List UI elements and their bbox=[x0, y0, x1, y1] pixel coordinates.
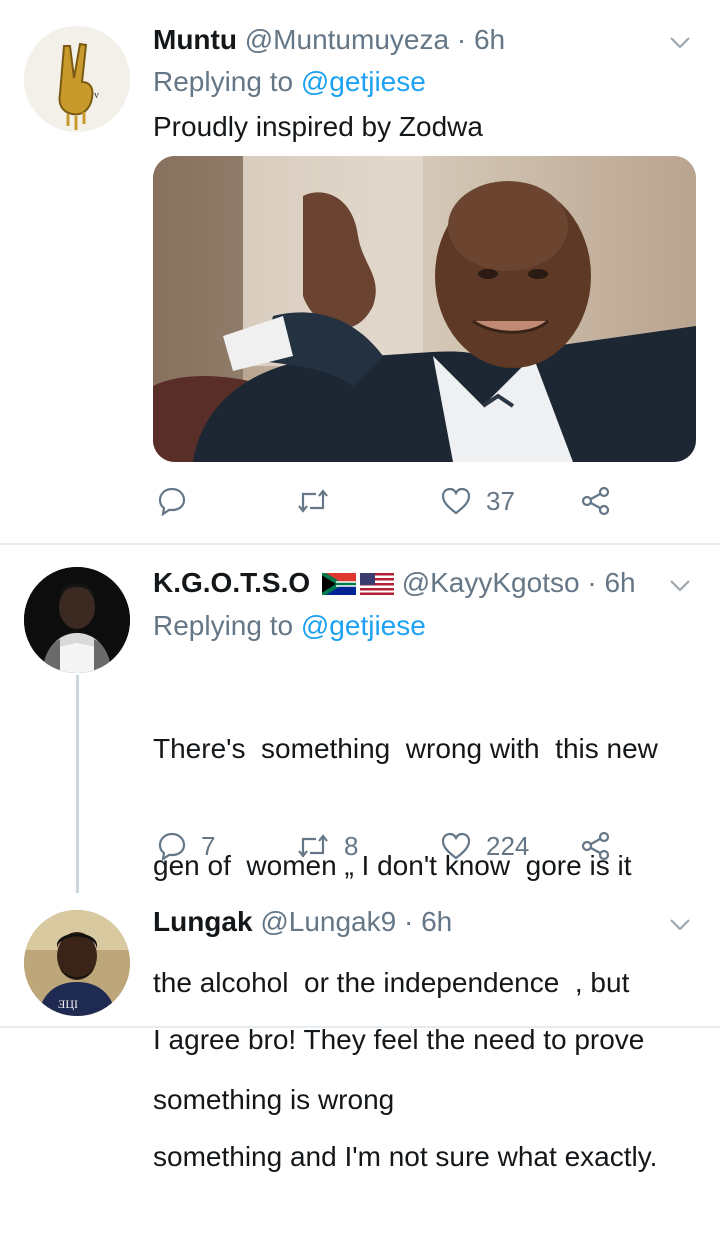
retweet-button[interactable]: 8 bbox=[296, 826, 358, 866]
share-icon bbox=[581, 831, 610, 861]
display-name[interactable]: Lungak bbox=[153, 906, 253, 937]
replying-to: Replying to @getjiese bbox=[153, 608, 426, 644]
reply-button[interactable]: 7 bbox=[157, 826, 215, 866]
peace-hand-avatar-icon: v bbox=[24, 26, 130, 132]
like-count: 37 bbox=[486, 485, 515, 516]
tweet-actions: 37 bbox=[153, 481, 633, 521]
avatar[interactable]: v bbox=[24, 26, 130, 132]
tweet-lungak[interactable]: ƎЦI Lungak @Lungak9 · 6h I agree bro! Th… bbox=[0, 890, 720, 1172]
separator: · bbox=[456, 24, 467, 55]
timestamp[interactable]: 6h bbox=[421, 906, 452, 937]
timestamp[interactable]: 6h bbox=[474, 24, 505, 55]
display-name[interactable]: K.G.O.T.S.O bbox=[153, 567, 310, 598]
svg-text:ƎЦI: ƎЦI bbox=[58, 997, 78, 1011]
avatar[interactable] bbox=[24, 567, 130, 673]
reply-icon bbox=[158, 832, 186, 861]
replying-to-link[interactable]: @getjiese bbox=[301, 66, 426, 97]
retweet-count: 8 bbox=[344, 830, 359, 861]
replying-to: Replying to @getjiese bbox=[153, 64, 426, 100]
share-button[interactable] bbox=[581, 826, 611, 866]
chevron-down-icon[interactable] bbox=[668, 912, 692, 936]
reply-count: 7 bbox=[201, 830, 216, 861]
share-icon bbox=[581, 486, 610, 516]
heart-icon bbox=[441, 832, 471, 860]
separator: · bbox=[403, 906, 414, 937]
tweet-text-line: There's something wrong with this new bbox=[153, 733, 658, 764]
tweet-kgotso[interactable]: K.G.O.T.S.O @KayyKgotso · 6h Replying to… bbox=[0, 545, 720, 1115]
separator: · bbox=[587, 567, 597, 598]
like-count: 224 bbox=[486, 830, 530, 861]
tweet-actions: 7 8 224 bbox=[153, 826, 633, 866]
man-gesturing-photo bbox=[153, 156, 696, 462]
reply-button[interactable] bbox=[157, 481, 201, 521]
retweet-icon bbox=[298, 834, 328, 858]
tweet-header: K.G.O.T.S.O @KayyKgotso · 6h bbox=[153, 565, 636, 601]
replying-to-link[interactable]: @getjiese bbox=[301, 610, 426, 641]
replying-prefix: Replying to bbox=[153, 610, 294, 641]
tweet-header: Lungak @Lungak9 · 6h bbox=[153, 904, 452, 940]
heart-icon bbox=[441, 487, 471, 515]
svg-text:v: v bbox=[94, 90, 99, 101]
tweet-header: Muntu @Muntumuyeza · 6h bbox=[153, 22, 505, 58]
tweet-text: I agree bro! They feel the need to prove… bbox=[153, 942, 698, 1254]
usa-flag-icon bbox=[359, 573, 394, 595]
user-handle[interactable]: @Muntumuyeza bbox=[245, 24, 449, 55]
tweet-image[interactable] bbox=[153, 156, 696, 462]
like-button[interactable]: 224 bbox=[440, 826, 529, 866]
avatar[interactable]: ƎЦI bbox=[24, 910, 130, 1016]
share-button[interactable] bbox=[581, 481, 611, 521]
display-name[interactable]: Muntu bbox=[153, 24, 237, 55]
person-avatar-icon bbox=[24, 567, 130, 673]
tweet-text: Proudly inspired by Zodwa bbox=[153, 111, 483, 142]
chevron-down-icon[interactable] bbox=[668, 30, 692, 54]
like-button[interactable]: 37 bbox=[440, 481, 515, 521]
reply-icon bbox=[158, 487, 186, 516]
person-avatar-icon: ƎЦI bbox=[24, 910, 130, 1016]
timestamp[interactable]: 6h bbox=[604, 567, 635, 598]
tweet-muntu[interactable]: v Muntu @Muntumuyeza · 6h Replying to @g… bbox=[0, 0, 720, 543]
retweet-icon bbox=[298, 489, 328, 513]
replying-prefix: Replying to bbox=[153, 66, 294, 97]
thread-connector bbox=[76, 675, 79, 893]
south-africa-flag-icon bbox=[321, 573, 356, 595]
user-handle[interactable]: @KayyKgotso bbox=[402, 567, 580, 598]
tweet-text-line: something and I'm not sure what exactly. bbox=[153, 1141, 658, 1172]
user-handle[interactable]: @Lungak9 bbox=[260, 906, 396, 937]
chevron-down-icon[interactable] bbox=[668, 573, 692, 597]
retweet-button[interactable] bbox=[296, 481, 344, 521]
